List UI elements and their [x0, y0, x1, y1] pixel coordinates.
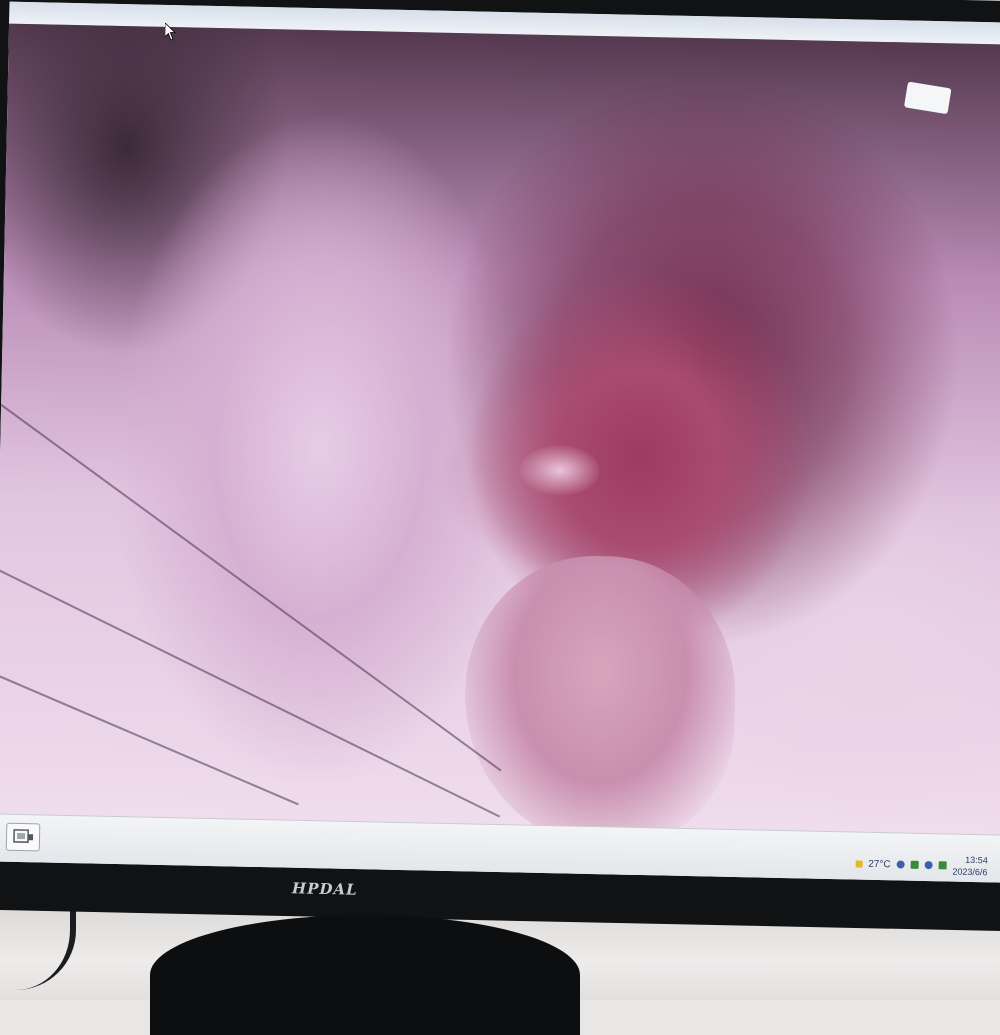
- help-icon[interactable]: [896, 860, 905, 869]
- system-tray: 27°C 13:54 2023/6/6: [855, 849, 988, 882]
- network-icon[interactable]: [910, 860, 919, 869]
- hair-strand: [0, 403, 502, 772]
- light-reflection: [519, 444, 601, 497]
- weather-temp[interactable]: 27°C: [868, 858, 891, 869]
- tissue-fold: [462, 553, 739, 849]
- cursor-icon: [164, 22, 176, 41]
- monitor-stand: [150, 915, 580, 1035]
- action-center-icon[interactable]: [938, 861, 947, 870]
- volume-icon[interactable]: [924, 860, 933, 870]
- clock-date: 2023/6/6: [952, 866, 988, 878]
- hair-strand: [0, 673, 299, 806]
- monitor-screen: 27°C 13:54 2023/6/6: [0, 1, 1000, 883]
- clock-time: 13:54: [965, 854, 988, 866]
- monitor-logo: HPDAL: [291, 879, 358, 899]
- endoscope-video-feed[interactable]: [0, 23, 1000, 849]
- app-icon[interactable]: [5, 822, 41, 852]
- clock[interactable]: 13:54 2023/6/6: [952, 854, 988, 879]
- sun-icon: [855, 860, 863, 868]
- hair-strand: [0, 568, 501, 818]
